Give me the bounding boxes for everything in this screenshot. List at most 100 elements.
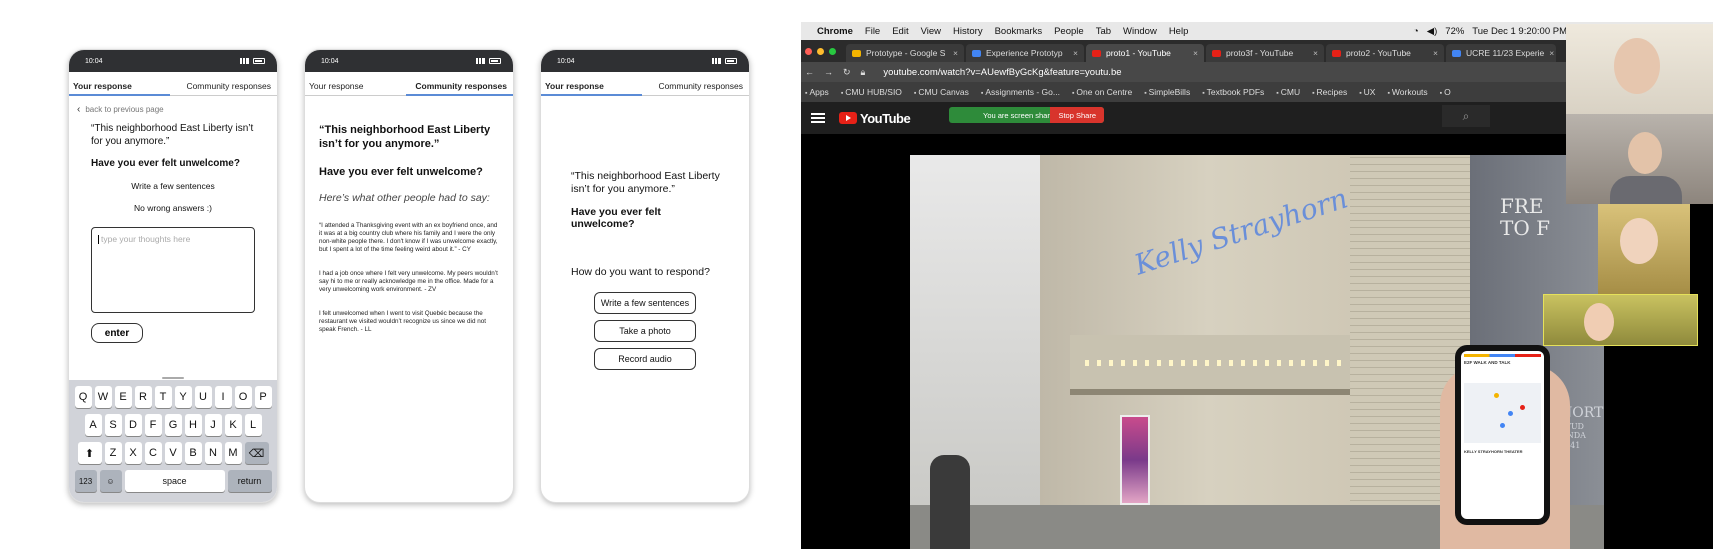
tab-community-responses[interactable]: Community responses [642,76,749,95]
youtube-logo[interactable]: YouTube [839,111,911,126]
search-icon[interactable]: ⌕ [1442,105,1490,127]
participant-tile-3[interactable] [1598,204,1690,294]
close-icon[interactable]: × [1433,48,1438,58]
close-icon[interactable]: × [1313,48,1318,58]
bookmark-item[interactable]: Workouts [1387,87,1428,97]
tab-community-responses[interactable]: Community responses [406,76,513,96]
bookmark-item[interactable]: O [1440,87,1451,97]
key[interactable]: E [114,386,132,408]
key[interactable]: Y [174,386,192,408]
tab-your-response[interactable]: Your response [305,76,406,95]
key-numbers[interactable]: 123 [74,470,97,492]
close-icon[interactable]: × [1193,48,1198,58]
browser-tab[interactable]: proto3f - YouTube × [1206,44,1324,62]
key[interactable]: H [184,414,202,436]
backspace-icon[interactable]: ⌫ [244,442,269,464]
write-sentences-button[interactable]: Write a few sentences [594,292,696,315]
participant-tile-1[interactable] [1566,24,1713,114]
key[interactable]: N [204,442,222,464]
bookmark-item[interactable]: Apps [805,87,828,97]
back-link[interactable]: ‹ back to previous page [77,104,277,115]
participant-tile-2[interactable] [1566,114,1713,204]
tab-community-responses[interactable]: Community responses [170,76,277,95]
key[interactable]: W [94,386,112,408]
key[interactable]: F [144,414,162,436]
record-audio-button[interactable]: Record audio [594,348,696,371]
key[interactable]: M [224,442,242,464]
take-photo-button[interactable]: Take a photo [594,320,696,343]
thoughts-textarea[interactable]: type your thoughts here [91,227,255,313]
shift-icon[interactable]: ⬆ [77,442,102,464]
menu-view[interactable]: View [921,26,941,37]
minimize-dot[interactable] [817,47,824,55]
wifi-icon[interactable]: ◔ [1413,26,1419,37]
menu-help[interactable]: Help [1169,26,1189,37]
menu-edit[interactable]: Edit [892,26,908,37]
menu-clock[interactable]: Tue Dec 1 9:20:00 PM [1472,26,1567,37]
pedestrian [930,455,970,549]
close-icon[interactable]: × [1549,48,1554,58]
key-space[interactable]: space [124,470,225,492]
forward-arrow-icon[interactable]: → [824,67,833,77]
key[interactable]: R [134,386,152,408]
battery-percent[interactable]: 72% [1445,26,1464,37]
key[interactable]: O [234,386,252,408]
key[interactable]: K [224,414,242,436]
key[interactable]: T [154,386,172,408]
close-dot[interactable] [805,47,812,55]
tab-your-response[interactable]: Your response [541,76,642,96]
key[interactable]: J [204,414,222,436]
key[interactable]: B [184,442,202,464]
key[interactable]: P [254,386,272,408]
menu-people[interactable]: People [1054,26,1084,37]
key-return[interactable]: return [227,470,272,492]
bookmark-item[interactable]: SimpleBills [1144,87,1191,97]
bookmark-item[interactable]: Assignments - Go... [981,87,1060,97]
key[interactable]: S [104,414,122,436]
bookmark-item[interactable]: CMU [1276,87,1300,97]
key[interactable]: L [244,414,262,436]
browser-tab[interactable]: Prototype - Google S × [846,44,964,62]
bookmark-item[interactable]: UX [1359,87,1376,97]
back-arrow-icon[interactable]: ← [805,67,814,77]
tab-your-response[interactable]: Your response [69,76,170,96]
key[interactable]: G [164,414,182,436]
browser-tab[interactable]: UCRE 11/23 Experie × [1446,44,1556,62]
bookmark-item[interactable]: CMU HUB/SIO [841,87,902,97]
key[interactable]: D [124,414,142,436]
menu-icon[interactable] [811,113,825,123]
key[interactable]: A [84,414,102,436]
key[interactable]: U [194,386,212,408]
menu-tab[interactable]: Tab [1096,26,1111,37]
browser-tab-active[interactable]: proto1 - YouTube × [1086,44,1204,62]
bookmark-item[interactable]: One on Centre [1072,87,1132,97]
menu-bookmarks[interactable]: Bookmarks [995,26,1043,37]
maximize-dot[interactable] [829,47,836,55]
enter-button[interactable]: enter [91,323,143,343]
stop-share-button[interactable]: Stop Share [1050,107,1104,123]
close-icon[interactable]: × [1073,48,1078,58]
volume-icon[interactable]: ◀) [1427,26,1437,37]
phone-status-bar: 10:04 [69,50,277,72]
url-field[interactable]: youtube.com/watch?v=AUewfByGcKg&feature=… [883,67,1121,78]
emoji-icon[interactable]: ☺ [99,470,122,492]
key[interactable]: X [124,442,142,464]
participant-tile-4[interactable] [1543,294,1698,346]
video-frame[interactable]: Kelly Strayhorn FRE TO F NORT STUD UNDA … [910,155,1604,549]
bookmark-item[interactable]: Recipes [1312,87,1348,97]
browser-tab[interactable]: Experience Prototyp × [966,44,1084,62]
key[interactable]: Q [74,386,92,408]
browser-tab[interactable]: proto2 - YouTube × [1326,44,1444,62]
close-icon[interactable]: × [953,48,958,58]
key[interactable]: Z [104,442,122,464]
reload-icon[interactable]: ↻ [843,67,851,78]
menu-window[interactable]: Window [1123,26,1157,37]
key[interactable]: I [214,386,232,408]
key[interactable]: C [144,442,162,464]
bookmark-item[interactable]: CMU Canvas [914,87,969,97]
key[interactable]: V [164,442,182,464]
bookmark-item[interactable]: Textbook PDFs [1202,87,1265,97]
menu-file[interactable]: File [865,26,880,37]
menu-history[interactable]: History [953,26,983,37]
menu-app[interactable]: Chrome [817,26,853,37]
